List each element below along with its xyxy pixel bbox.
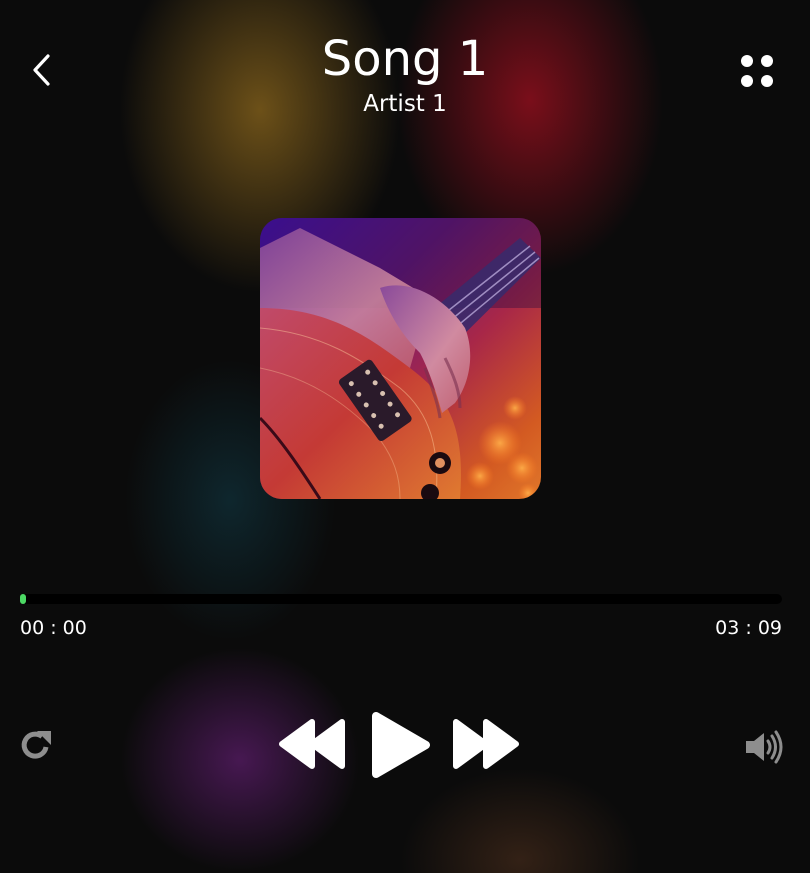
- volume-button[interactable]: [744, 730, 784, 768]
- progress-bar[interactable]: [20, 594, 782, 604]
- four-dots-grid-icon: [741, 55, 773, 87]
- rewind-icon: [279, 719, 345, 769]
- menu-button[interactable]: [736, 52, 778, 90]
- current-time: 00 : 00: [20, 617, 87, 639]
- total-time: 03 : 09: [715, 617, 782, 639]
- forward-button[interactable]: [450, 718, 520, 774]
- artist-name: Artist 1: [363, 91, 447, 117]
- play-button[interactable]: [368, 710, 432, 784]
- play-icon: [372, 712, 430, 778]
- music-player: Song 1 Artist 1 00: 00 03: 09: [0, 0, 810, 873]
- progress-fill: [20, 594, 26, 604]
- album-art: [260, 218, 541, 499]
- rewind-button[interactable]: [278, 718, 348, 774]
- repeat-button[interactable]: [18, 728, 54, 768]
- song-title: Song 1: [321, 31, 489, 87]
- volume-icon: [746, 730, 783, 764]
- fast-forward-icon: [453, 719, 519, 769]
- repeat-icon: [21, 731, 51, 759]
- album-art-image: [260, 218, 541, 499]
